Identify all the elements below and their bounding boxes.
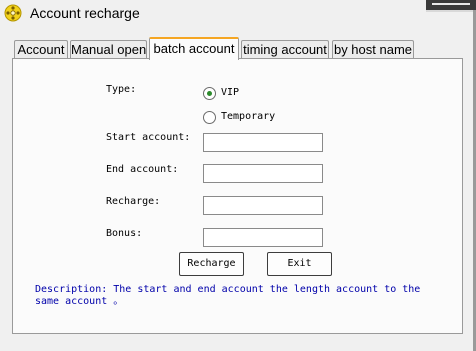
description-line-1: Description: The start and end account t… [35,284,421,295]
start-account-label: Start account: [106,132,191,143]
description-line-2: same account 。 [35,296,124,307]
type-label: Type: [106,84,137,95]
type-temporary-label: Temporary [221,111,276,122]
exit-button[interactable]: Exit [267,252,332,276]
recharge-input[interactable] [203,196,323,215]
recharge-label: Recharge: [106,196,161,207]
description-text: Description: The start and end account t… [35,284,435,308]
form-area: Type: VIP Temporary Start account: End a… [0,0,476,351]
recharge-button[interactable]: Recharge [179,252,244,276]
account-recharge-window: Account recharge Account Manual open bat… [0,0,476,351]
type-vip-label: VIP [221,87,240,98]
end-account-label: End account: [106,164,179,175]
type-vip-radio[interactable] [203,87,216,100]
type-temporary-radio[interactable] [203,111,216,124]
bonus-label: Bonus: [106,228,143,239]
start-account-input[interactable] [203,133,323,152]
bonus-input[interactable] [203,228,323,247]
end-account-input[interactable] [203,164,323,183]
